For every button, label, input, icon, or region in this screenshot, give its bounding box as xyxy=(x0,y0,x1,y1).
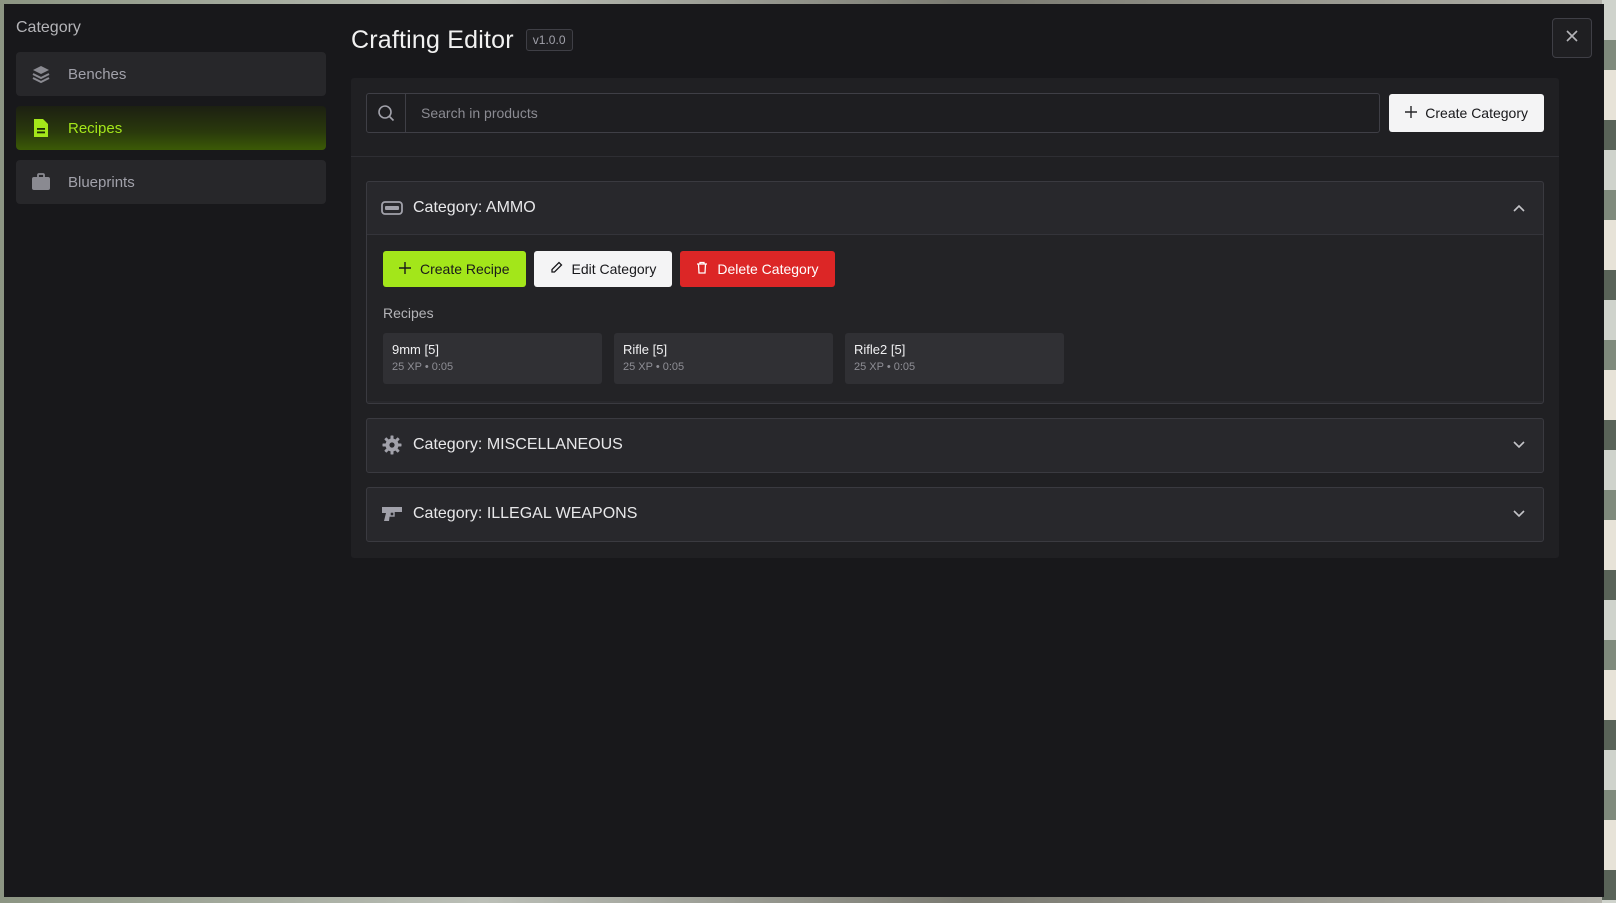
recipe-name: Rifle2 [5] xyxy=(854,342,906,357)
category-title: Category: AMMO xyxy=(413,199,536,216)
ammo-icon xyxy=(381,197,403,219)
chevron-down-icon[interactable] xyxy=(1509,504,1529,524)
recipe-list: 9mm [5] 25 XP • 0:05 Rifle [5] 25 XP • 0… xyxy=(383,333,1527,384)
search-input[interactable] xyxy=(406,104,1380,122)
game-background-edge xyxy=(1602,0,1616,903)
close-icon xyxy=(1565,29,1579,48)
create-category-button[interactable]: Create Category xyxy=(1389,94,1544,132)
pencil-icon xyxy=(550,261,563,277)
category-illegal-weapons: Category: ILLEGAL WEAPONS xyxy=(366,487,1544,542)
close-button[interactable] xyxy=(1552,18,1592,58)
trash-icon xyxy=(696,261,708,277)
version-badge: v1.0.0 xyxy=(525,29,573,51)
search-box xyxy=(366,93,1381,133)
briefcase-icon xyxy=(30,171,52,193)
sidebar-item-blueprints[interactable]: Blueprints xyxy=(16,160,326,204)
category-ammo: Category: AMMO Create Recipe Edit Catego… xyxy=(366,181,1544,404)
recipe-card[interactable]: Rifle2 [5] 25 XP • 0:05 xyxy=(845,333,1064,384)
create-recipe-button[interactable]: Create Recipe xyxy=(383,251,526,287)
chevron-down-icon[interactable] xyxy=(1509,435,1529,455)
pistol-icon xyxy=(381,503,403,525)
recipe-meta: 25 XP • 0:05 xyxy=(854,361,916,373)
sidebar-item-label: Benches xyxy=(68,65,127,83)
recipe-meta: 25 XP • 0:05 xyxy=(392,361,454,373)
edit-category-button[interactable]: Edit Category xyxy=(533,251,673,287)
category-body: Create Recipe Edit Category Delete Categ… xyxy=(367,234,1543,401)
create-category-label: Create Category xyxy=(1425,105,1528,121)
document-icon xyxy=(30,117,52,139)
category-title: Category: MISCELLANEOUS xyxy=(413,436,623,453)
recipe-card[interactable]: Rifle [5] 25 XP • 0:05 xyxy=(614,333,833,384)
category-miscellaneous: Category: MISCELLANEOUS xyxy=(366,418,1544,473)
crafting-editor-window: Category Benches Recipes Blueprints Craf… xyxy=(4,4,1604,897)
create-recipe-label: Create Recipe xyxy=(420,261,510,277)
category-header[interactable]: Category: MISCELLANEOUS xyxy=(367,419,1543,471)
sidebar: Category Benches Recipes Blueprints xyxy=(16,18,326,214)
plus-icon xyxy=(1405,105,1418,121)
recipe-card[interactable]: 9mm [5] 25 XP • 0:05 xyxy=(383,333,602,384)
category-actions: Create Recipe Edit Category Delete Categ… xyxy=(383,251,1527,287)
recipes-heading: Recipes xyxy=(383,305,434,321)
sidebar-title: Category xyxy=(16,19,81,36)
search-icon xyxy=(367,94,406,132)
plus-icon xyxy=(399,261,411,277)
divider xyxy=(351,156,1559,157)
gear-icon xyxy=(381,434,403,456)
layers-icon xyxy=(30,63,52,85)
category-title: Category: ILLEGAL WEAPONS xyxy=(413,505,638,522)
search-row: Create Category xyxy=(366,93,1544,133)
recipe-name: Rifle [5] xyxy=(623,342,668,357)
recipe-name: 9mm [5] xyxy=(392,342,439,357)
sidebar-item-benches[interactable]: Benches xyxy=(16,52,326,96)
recipe-meta: 25 XP • 0:05 xyxy=(623,361,685,373)
sidebar-item-label: Recipes xyxy=(68,119,123,137)
edit-category-label: Edit Category xyxy=(571,261,657,277)
delete-category-button[interactable]: Delete Category xyxy=(680,251,835,287)
header: Crafting Editor v1.0.0 xyxy=(351,22,573,58)
page-title: Crafting Editor xyxy=(351,25,514,54)
category-header[interactable]: Category: ILLEGAL WEAPONS xyxy=(367,488,1543,540)
delete-category-label: Delete Category xyxy=(717,261,819,277)
category-header[interactable]: Category: AMMO xyxy=(367,182,1543,234)
main-content: Create Category Category: AMMO xyxy=(351,78,1559,558)
sidebar-item-label: Blueprints xyxy=(68,173,135,191)
chevron-up-icon[interactable] xyxy=(1509,198,1529,218)
sidebar-item-recipes[interactable]: Recipes xyxy=(16,106,326,150)
